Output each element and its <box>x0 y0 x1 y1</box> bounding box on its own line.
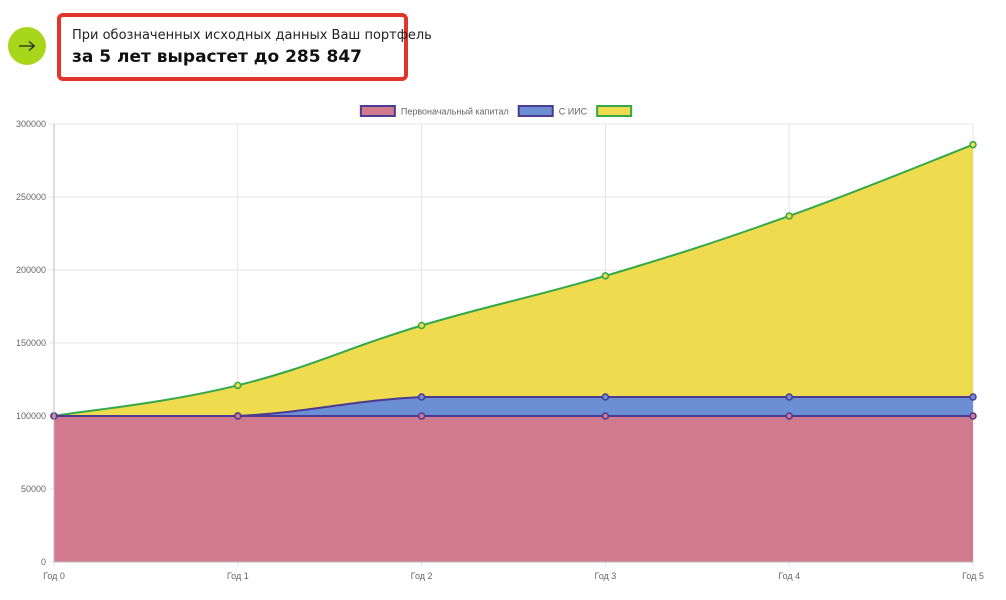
x-tick-label: Год 5 <box>962 571 984 581</box>
y-tick-label: 250000 <box>16 192 46 202</box>
data-point <box>785 393 793 401</box>
x-tick-label: Год 1 <box>227 571 249 581</box>
y-tick-label: 300000 <box>16 119 46 129</box>
result-value: за 5 лет вырастет до 285 847 <box>72 47 362 67</box>
x-tick-label: Год 3 <box>594 571 616 581</box>
data-point <box>417 412 426 420</box>
result-description: При обозначенных исходных данных Ваш пор… <box>72 28 432 43</box>
portfolio-growth-chart: 0 50000 100000 150000 200000 250000 300000 Год … <box>16 105 984 581</box>
y-tick-label: 150000 <box>16 338 46 348</box>
data-point <box>969 393 977 401</box>
data-point <box>785 412 793 420</box>
legend-swatch <box>596 105 633 117</box>
y-tick-label: 100000 <box>16 411 46 421</box>
y-tick-label: 0 <box>41 557 46 567</box>
result-header: При обозначенных исходных данных Ваш пор… <box>0 0 1006 90</box>
data-point <box>417 393 426 401</box>
data-point <box>601 412 610 420</box>
legend-label: Первоначальный капитал <box>401 107 509 117</box>
data-point <box>601 272 610 280</box>
y-tick-label: 50000 <box>21 484 46 494</box>
legend-label: С ИИС <box>559 107 588 117</box>
data-point <box>234 412 242 420</box>
x-tick-label: Год 0 <box>43 571 65 581</box>
x-tick-label: Год 4 <box>778 571 800 581</box>
data-point <box>601 393 610 401</box>
y-tick-label: 200000 <box>16 265 46 275</box>
data-point <box>785 212 793 220</box>
x-tick-label: Год 2 <box>411 571 433 581</box>
data-point <box>234 381 242 390</box>
series-area-0 <box>54 416 973 562</box>
data-point <box>969 140 977 149</box>
legend-swatch <box>517 105 554 117</box>
result-summary-box: При обозначенных исходных данных Ваш пор… <box>57 13 432 81</box>
data-point <box>969 412 977 420</box>
arrow-button[interactable] <box>8 27 46 65</box>
arrow-right-icon <box>19 41 36 51</box>
data-point <box>417 321 426 330</box>
legend-swatch <box>359 105 396 117</box>
